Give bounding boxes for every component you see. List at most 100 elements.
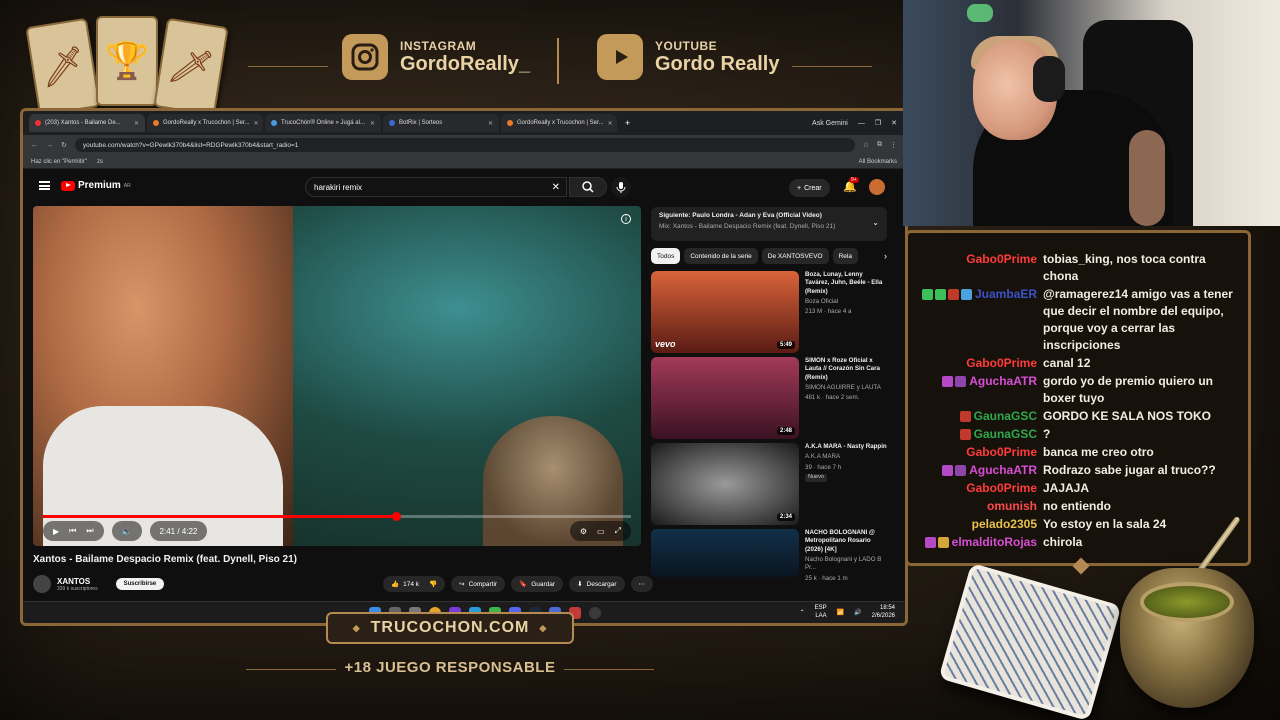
chip-channel[interactable]: De XANTOSVEVO	[761, 248, 829, 264]
chat-username[interactable]: pelado2305	[972, 516, 1037, 533]
bookmark-item[interactable]: Haz clic en "Permitir"	[31, 159, 87, 165]
video-thumbnail[interactable]: vevo 5:49	[651, 271, 799, 353]
video-thumbnail[interactable]: 2:34	[651, 443, 799, 525]
chat-text: tobias_king, nos toca contra chona	[1043, 252, 1206, 283]
clock-time[interactable]: 18:54	[880, 605, 895, 611]
star-icon[interactable]: ☆	[863, 141, 869, 149]
youtube-logo[interactable]: Premium AR	[61, 180, 131, 191]
chip-todos[interactable]: Todos	[651, 248, 681, 264]
youtube-favicon-icon	[35, 120, 41, 126]
chat-badge-icon	[955, 465, 967, 476]
speaker-icon[interactable]: 🔊	[854, 609, 861, 616]
maximize-icon[interactable]: ❐	[875, 119, 881, 127]
theater-mode-icon[interactable]: ▭	[597, 527, 605, 536]
browser-tab[interactable]: TrucoChón® Online » Jugá al... ✕	[265, 114, 381, 132]
thumbs-down-icon[interactable]: 👎	[423, 580, 437, 588]
ask-gemini-button[interactable]: Ask Gemini	[812, 120, 848, 127]
volume-icon[interactable]: 🔈	[122, 527, 132, 536]
menu-hamburger-icon[interactable]	[39, 181, 50, 190]
video-thumbnail[interactable]: 2:48	[651, 357, 799, 439]
chat-username[interactable]: GaunaGSC	[974, 408, 1037, 425]
video-thumbnail[interactable]	[651, 529, 799, 577]
chat-username[interactable]: Gabo0Prime	[966, 480, 1037, 497]
headset-icon	[1033, 56, 1065, 102]
play-icon[interactable]: ▶	[53, 527, 59, 536]
address-bar-row: ← → ↻ youtube.com/watch?v=GPewlk370b4&li…	[23, 135, 905, 155]
channel-name[interactable]: XANTOS	[57, 577, 98, 586]
url-field[interactable]: youtube.com/watch?v=GPewlk370b4&list=RDG…	[74, 138, 855, 152]
create-label: Crear	[804, 184, 822, 192]
youtube-handle-text: Gordo Really	[655, 52, 780, 75]
obs-icon[interactable]	[589, 606, 601, 619]
all-bookmarks[interactable]: All Bookmarks	[859, 159, 897, 165]
video-progress-bar[interactable]	[43, 512, 631, 521]
chat-username[interactable]: omunish	[987, 498, 1037, 515]
recommended-video[interactable]: vevo 5:49 Boza, Lunay, Lenny Tavárez, Ju…	[651, 271, 887, 355]
menu-icon[interactable]: ⋮	[890, 141, 897, 149]
search-button[interactable]	[569, 177, 607, 197]
browser-tab[interactable]: GordoReally x Trucochon | Ser... ✕	[501, 114, 617, 132]
previous-icon[interactable]: ⏮	[69, 526, 76, 536]
extensions-icon[interactable]: ⧉	[877, 141, 882, 149]
channel-avatar[interactable]	[33, 575, 51, 593]
clear-search-icon[interactable]: ✕	[552, 182, 560, 193]
chip-series[interactable]: Contenido de la serie	[684, 248, 758, 264]
close-window-icon[interactable]: ✕	[891, 119, 897, 127]
chevron-right-icon[interactable]: ›	[884, 248, 887, 264]
close-tab-icon[interactable]: ✕	[370, 120, 375, 127]
account-avatar[interactable]	[869, 179, 885, 195]
diamond-icon: ◆	[352, 622, 361, 633]
progress-fill	[43, 515, 396, 518]
like-button[interactable]: 👍 174 k 👎	[383, 576, 446, 592]
minimize-icon[interactable]: —	[858, 120, 865, 127]
recommended-video[interactable]: 2:34 A.K.A MARA - Nasty Rappin A.K.A MAR…	[651, 443, 887, 527]
decorative-line	[248, 66, 328, 67]
close-tab-icon[interactable]: ✕	[608, 120, 613, 127]
chevron-down-icon[interactable]: ⌄	[872, 218, 879, 227]
back-icon[interactable]: ←	[31, 142, 38, 149]
close-tab-icon[interactable]: ✕	[254, 120, 259, 127]
chat-message: Gabo0Prime tobias_king, nos toca contra c…	[916, 251, 1240, 285]
fullscreen-icon[interactable]: ⤢	[615, 526, 621, 536]
chevron-up-icon[interactable]: ⌃	[800, 609, 805, 616]
chat-username[interactable]: Gabo0Prime	[966, 444, 1037, 461]
chip-related[interactable]: Rela	[832, 248, 858, 264]
download-button[interactable]: ⬇ Descargar	[569, 576, 625, 592]
chat-username[interactable]: AguchaATR	[969, 462, 1037, 479]
recommended-video[interactable]: 2:48 SIMON x Roze Oficial x Lauta // Cor…	[651, 357, 887, 441]
reload-icon[interactable]: ↻	[61, 141, 67, 149]
search-input[interactable]: harakiri remix ✕	[305, 177, 567, 197]
forward-icon[interactable]: →	[46, 142, 53, 149]
new-tab-button[interactable]: +	[619, 118, 630, 128]
bookmark-item[interactable]: zs	[97, 159, 103, 165]
language-indicator[interactable]: ESP	[815, 605, 827, 611]
close-tab-icon[interactable]: ✕	[488, 120, 493, 127]
wifi-icon[interactable]: 📶	[837, 609, 844, 616]
recommended-video[interactable]: NACHO BOLOGNANI @ Metropolitano Rosario …	[651, 529, 887, 582]
chat-username[interactable]: GaunaGSC	[974, 426, 1037, 443]
volume-control[interactable]: 🔈	[111, 521, 142, 541]
video-player[interactable]: i ▶ ⏮ ⏭ 🔈 2:41 / 4:22 ⚙ ▭ ⤢	[33, 206, 641, 546]
site-favicon-icon	[271, 120, 277, 126]
up-next-panel[interactable]: Siguiente: Paulo Londra - Adan y Eva (Of…	[651, 207, 887, 241]
browser-tab[interactable]: (203) Xantos - Bailame De... ✕	[29, 114, 145, 132]
settings-gear-icon[interactable]: ⚙	[580, 527, 587, 536]
share-button[interactable]: ↪ Compartir	[451, 576, 506, 592]
next-icon[interactable]: ⏭	[86, 526, 93, 536]
chat-username[interactable]: Gabo0Prime	[966, 251, 1037, 268]
voice-search-button[interactable]	[611, 177, 631, 197]
chat-username-cell: omunish	[916, 498, 1043, 515]
close-tab-icon[interactable]: ✕	[134, 120, 139, 127]
info-icon[interactable]: i	[621, 214, 631, 224]
chat-username[interactable]: AguchaATR	[969, 373, 1037, 390]
more-actions-button[interactable]: ⋯	[630, 576, 653, 592]
chat-username[interactable]: JuambaER	[975, 286, 1037, 303]
notifications-bell-icon[interactable]: 🔔 9+	[843, 177, 859, 193]
browser-tab[interactable]: GordoReally x Trucochon | Ser... ✕	[147, 114, 263, 132]
subscribe-button[interactable]: Suscribirse	[115, 578, 165, 590]
create-button[interactable]: + Crear	[789, 179, 830, 197]
save-button[interactable]: 🔖 Guardar	[511, 576, 564, 592]
chat-username[interactable]: Gabo0Prime	[966, 355, 1037, 372]
chat-username[interactable]: elmalditoRojas	[952, 534, 1037, 551]
browser-tab[interactable]: BotRix | Sorteos ✕	[383, 114, 499, 132]
